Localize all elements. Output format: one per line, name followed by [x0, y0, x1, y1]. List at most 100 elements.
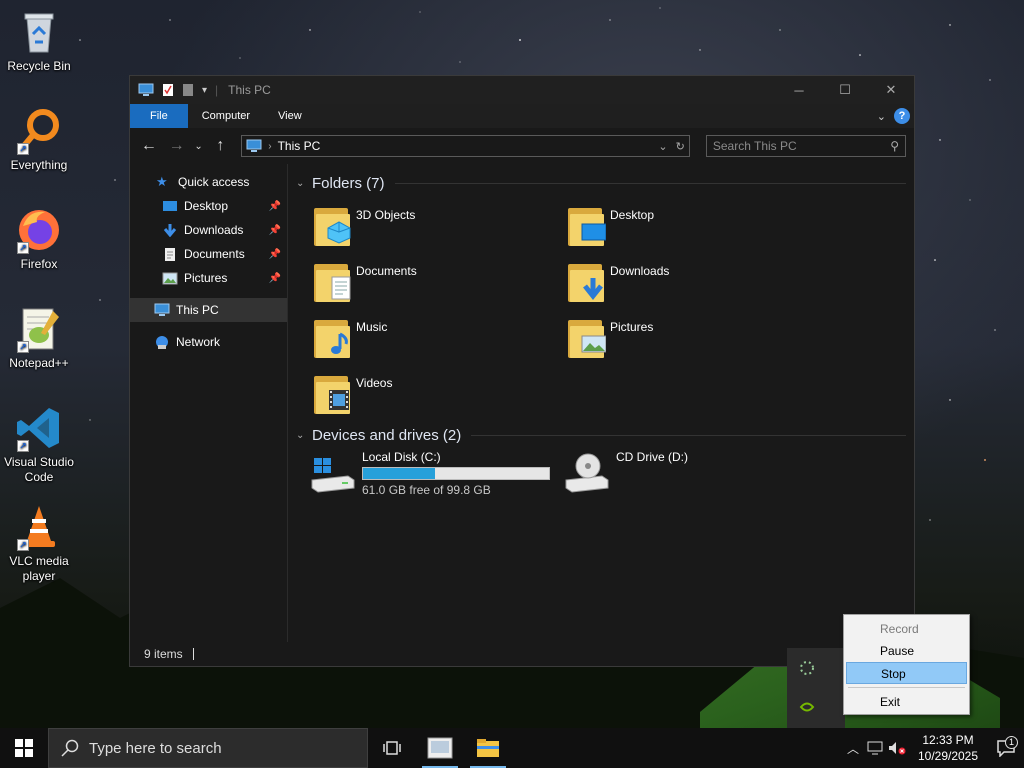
nav-desktop[interactable]: Desktop 📌: [130, 194, 287, 218]
breadcrumb-this-pc[interactable]: This PC: [278, 139, 321, 153]
minimize-button[interactable]: ─: [776, 76, 822, 104]
up-button[interactable]: ↑: [209, 135, 231, 157]
cd-drive-icon: [565, 453, 609, 493]
menu-item-record[interactable]: Record: [846, 618, 967, 640]
recorder-context-menu: Record Pause Stop Exit: [843, 614, 970, 715]
folder-pictures[interactable]: Pictures: [566, 316, 806, 366]
tab-file[interactable]: File: [130, 104, 188, 128]
address-dropdown-icon[interactable]: ⌄: [658, 140, 667, 153]
recorder-busy-icon[interactable]: [799, 660, 815, 676]
folder-name: Downloads: [610, 264, 670, 278]
show-hidden-icons-chevron-icon[interactable]: ︿: [842, 740, 864, 757]
pin-icon[interactable]: 📌: [269, 249, 281, 260]
desktop-icon-label: Recycle Bin: [7, 59, 71, 73]
expand-ribbon-icon[interactable]: ⌄: [877, 110, 886, 123]
tab-view[interactable]: View: [264, 104, 316, 128]
nav-downloads[interactable]: Downloads 📌: [130, 218, 287, 242]
folder-downloads[interactable]: Downloads: [566, 260, 806, 310]
folder-documents[interactable]: Documents: [312, 260, 552, 310]
nav-this-pc[interactable]: This PC: [130, 298, 287, 322]
downloads-icon: [163, 224, 177, 237]
music-folder-icon: [312, 316, 352, 360]
refresh-icon[interactable]: ↻: [676, 140, 685, 153]
desktop-icon-everything[interactable]: ↗ Everything: [2, 107, 76, 173]
pin-icon[interactable]: 📌: [269, 201, 281, 212]
nvidia-icon[interactable]: [799, 700, 815, 714]
desktop-icon-vscode[interactable]: ↗ Visual Studio Code: [2, 404, 76, 485]
nav-pictures[interactable]: Pictures 📌: [130, 266, 287, 290]
collapse-chevron-icon[interactable]: ⌄: [296, 430, 310, 441]
title-separator: |: [215, 83, 219, 97]
nav-network[interactable]: Network: [130, 330, 287, 354]
screen-recorder-icon: [427, 737, 453, 759]
search-box[interactable]: Search This PC ⚲: [705, 135, 906, 157]
drives-group-header[interactable]: ⌄ Devices and drives (2): [296, 422, 906, 448]
properties-icon[interactable]: [162, 83, 174, 97]
menu-item-pause[interactable]: Pause: [846, 640, 967, 662]
tab-computer[interactable]: Computer: [188, 104, 264, 128]
pictures-folder-icon: [566, 316, 606, 360]
shortcut-arrow-icon: ↗: [17, 341, 29, 353]
group-divider: [471, 434, 906, 436]
help-icon[interactable]: ?: [894, 108, 910, 124]
new-folder-icon[interactable]: [182, 83, 194, 97]
task-view-button[interactable]: [368, 728, 416, 768]
group-title: Folders (7): [312, 174, 385, 192]
folder-3d-objects[interactable]: 3D Objects: [312, 204, 552, 254]
network-status-icon[interactable]: [864, 741, 886, 755]
pin-icon[interactable]: 📌: [269, 225, 281, 236]
drive-c[interactable]: Local Disk (C:) 61.0 GB free of 99.8 GB: [308, 450, 550, 497]
folder-desktop[interactable]: Desktop: [566, 204, 806, 254]
drive-d[interactable]: CD Drive (D:): [562, 450, 688, 494]
drive-free-space: 61.0 GB free of 99.8 GB: [362, 483, 491, 497]
taskbar-search-box[interactable]: Type here to search: [48, 728, 368, 768]
nav-quick-access[interactable]: ★ Quick access: [130, 170, 287, 194]
pin-icon[interactable]: 📌: [269, 273, 281, 284]
customize-toolbar-icon[interactable]: ▾: [202, 85, 207, 96]
navigation-pane: ★ Quick access Desktop 📌 Downloads 📌 Doc…: [130, 164, 288, 642]
clock-time: 12:33 PM: [922, 733, 974, 747]
nav-documents[interactable]: Documents 📌: [130, 242, 287, 266]
taskbar-app-recorder[interactable]: [416, 728, 464, 768]
address-bar[interactable]: › This PC ⌄ ↻: [241, 135, 690, 157]
folder-videos[interactable]: Videos: [312, 372, 552, 422]
folders-group-header[interactable]: ⌄ Folders (7): [296, 170, 906, 196]
group-divider: [394, 182, 906, 184]
close-button[interactable]: ✕: [868, 76, 914, 104]
desktop-icon-vlc[interactable]: ↗ VLC media player: [2, 503, 76, 584]
desktop-icon-recycle-bin[interactable]: Recycle Bin: [2, 8, 76, 74]
menu-item-exit[interactable]: Exit: [846, 691, 967, 713]
collapse-chevron-icon[interactable]: ⌄: [296, 178, 310, 189]
drive-name: Local Disk (C:): [362, 450, 441, 464]
start-button[interactable]: [0, 728, 48, 768]
taskbar-app-file-explorer[interactable]: [464, 728, 512, 768]
navigation-bar: ← → ⌄ ↑ › This PC ⌄ ↻ Search This PC ⚲: [130, 128, 914, 164]
folder-music[interactable]: Music: [312, 316, 552, 366]
nav-label: Network: [176, 335, 221, 349]
maximize-button[interactable]: ☐: [822, 76, 868, 104]
shortcut-arrow-icon: ↗: [17, 539, 29, 551]
recent-locations-icon[interactable]: ⌄: [194, 135, 204, 157]
local-disk-icon: [311, 458, 355, 493]
taskbar: Type here to search ︿ 12:33 PM 10/29/202…: [0, 728, 1024, 768]
desktop-icon-notepadpp[interactable]: ↗ Notepad++: [2, 305, 76, 371]
system-tray: ︿ 12:33 PM 10/29/2025 1: [842, 728, 1024, 768]
drive-name: CD Drive (D:): [616, 450, 688, 464]
this-pc-icon: [246, 139, 262, 152]
menu-item-stop[interactable]: Stop: [846, 662, 967, 684]
breadcrumb-chevron-icon[interactable]: ›: [268, 141, 271, 152]
back-button[interactable]: ←: [138, 135, 160, 157]
search-icon: ⚲: [890, 139, 899, 153]
volume-muted-icon[interactable]: [886, 741, 908, 755]
desktop-folder-icon: [566, 204, 606, 248]
desktop-icon-firefox[interactable]: ↗ Firefox: [2, 206, 76, 272]
taskbar-clock[interactable]: 12:33 PM 10/29/2025: [908, 732, 988, 764]
forward-button[interactable]: →: [166, 135, 188, 157]
action-center-button[interactable]: 1: [988, 736, 1024, 757]
title-bar[interactable]: ▾ | This PC ─ ☐ ✕: [130, 76, 914, 104]
task-view-icon: [383, 741, 401, 755]
item-count: 9 items: [144, 647, 183, 661]
file-explorer-icon: [477, 739, 499, 757]
this-pc-icon: [154, 303, 170, 316]
nav-label: This PC: [176, 303, 219, 317]
